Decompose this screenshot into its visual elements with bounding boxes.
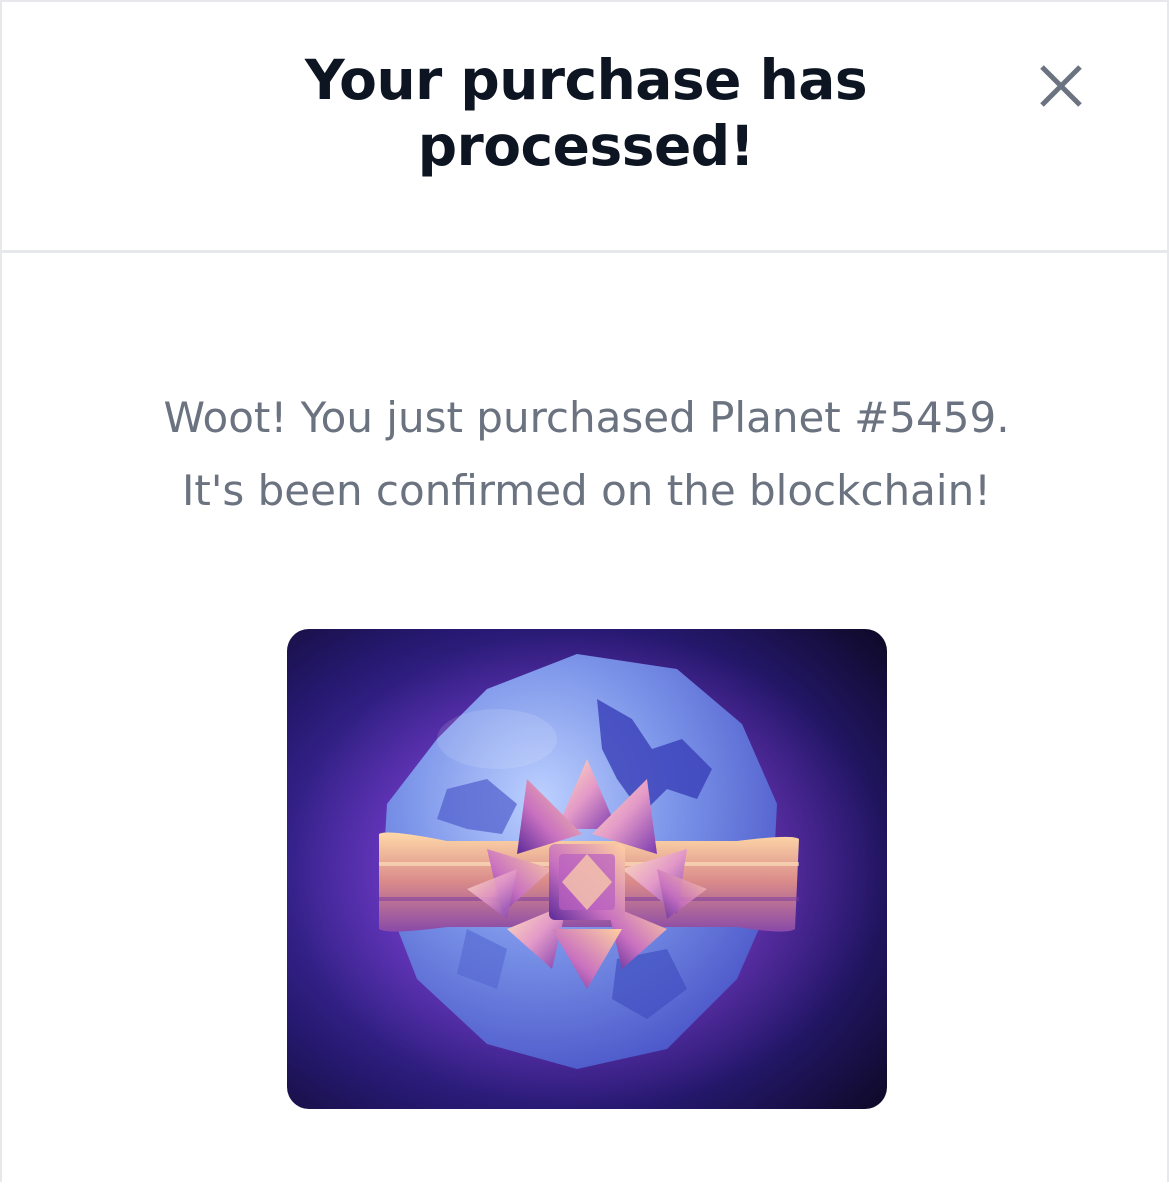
message-line-1: Woot! You just purchased Planet #5459. (163, 393, 1010, 442)
close-icon (1040, 65, 1082, 107)
modal-title: Your purchase has processed! (304, 48, 868, 178)
close-button[interactable] (1024, 49, 1098, 123)
confirmation-message: Woot! You just purchased Planet #5459. I… (62, 381, 1111, 527)
purchase-confirmation-modal: Your purchase has processed! Woot! You j… (0, 0, 1169, 1182)
planet-illustration (287, 629, 887, 1109)
modal-header: Your purchase has processed! (2, 2, 1167, 253)
message-line-2: It's been confirmed on the blockchain! (181, 466, 992, 515)
modal-body: Woot! You just purchased Planet #5459. I… (2, 253, 1167, 1184)
gift-wrapped-planet-image (287, 629, 887, 1109)
